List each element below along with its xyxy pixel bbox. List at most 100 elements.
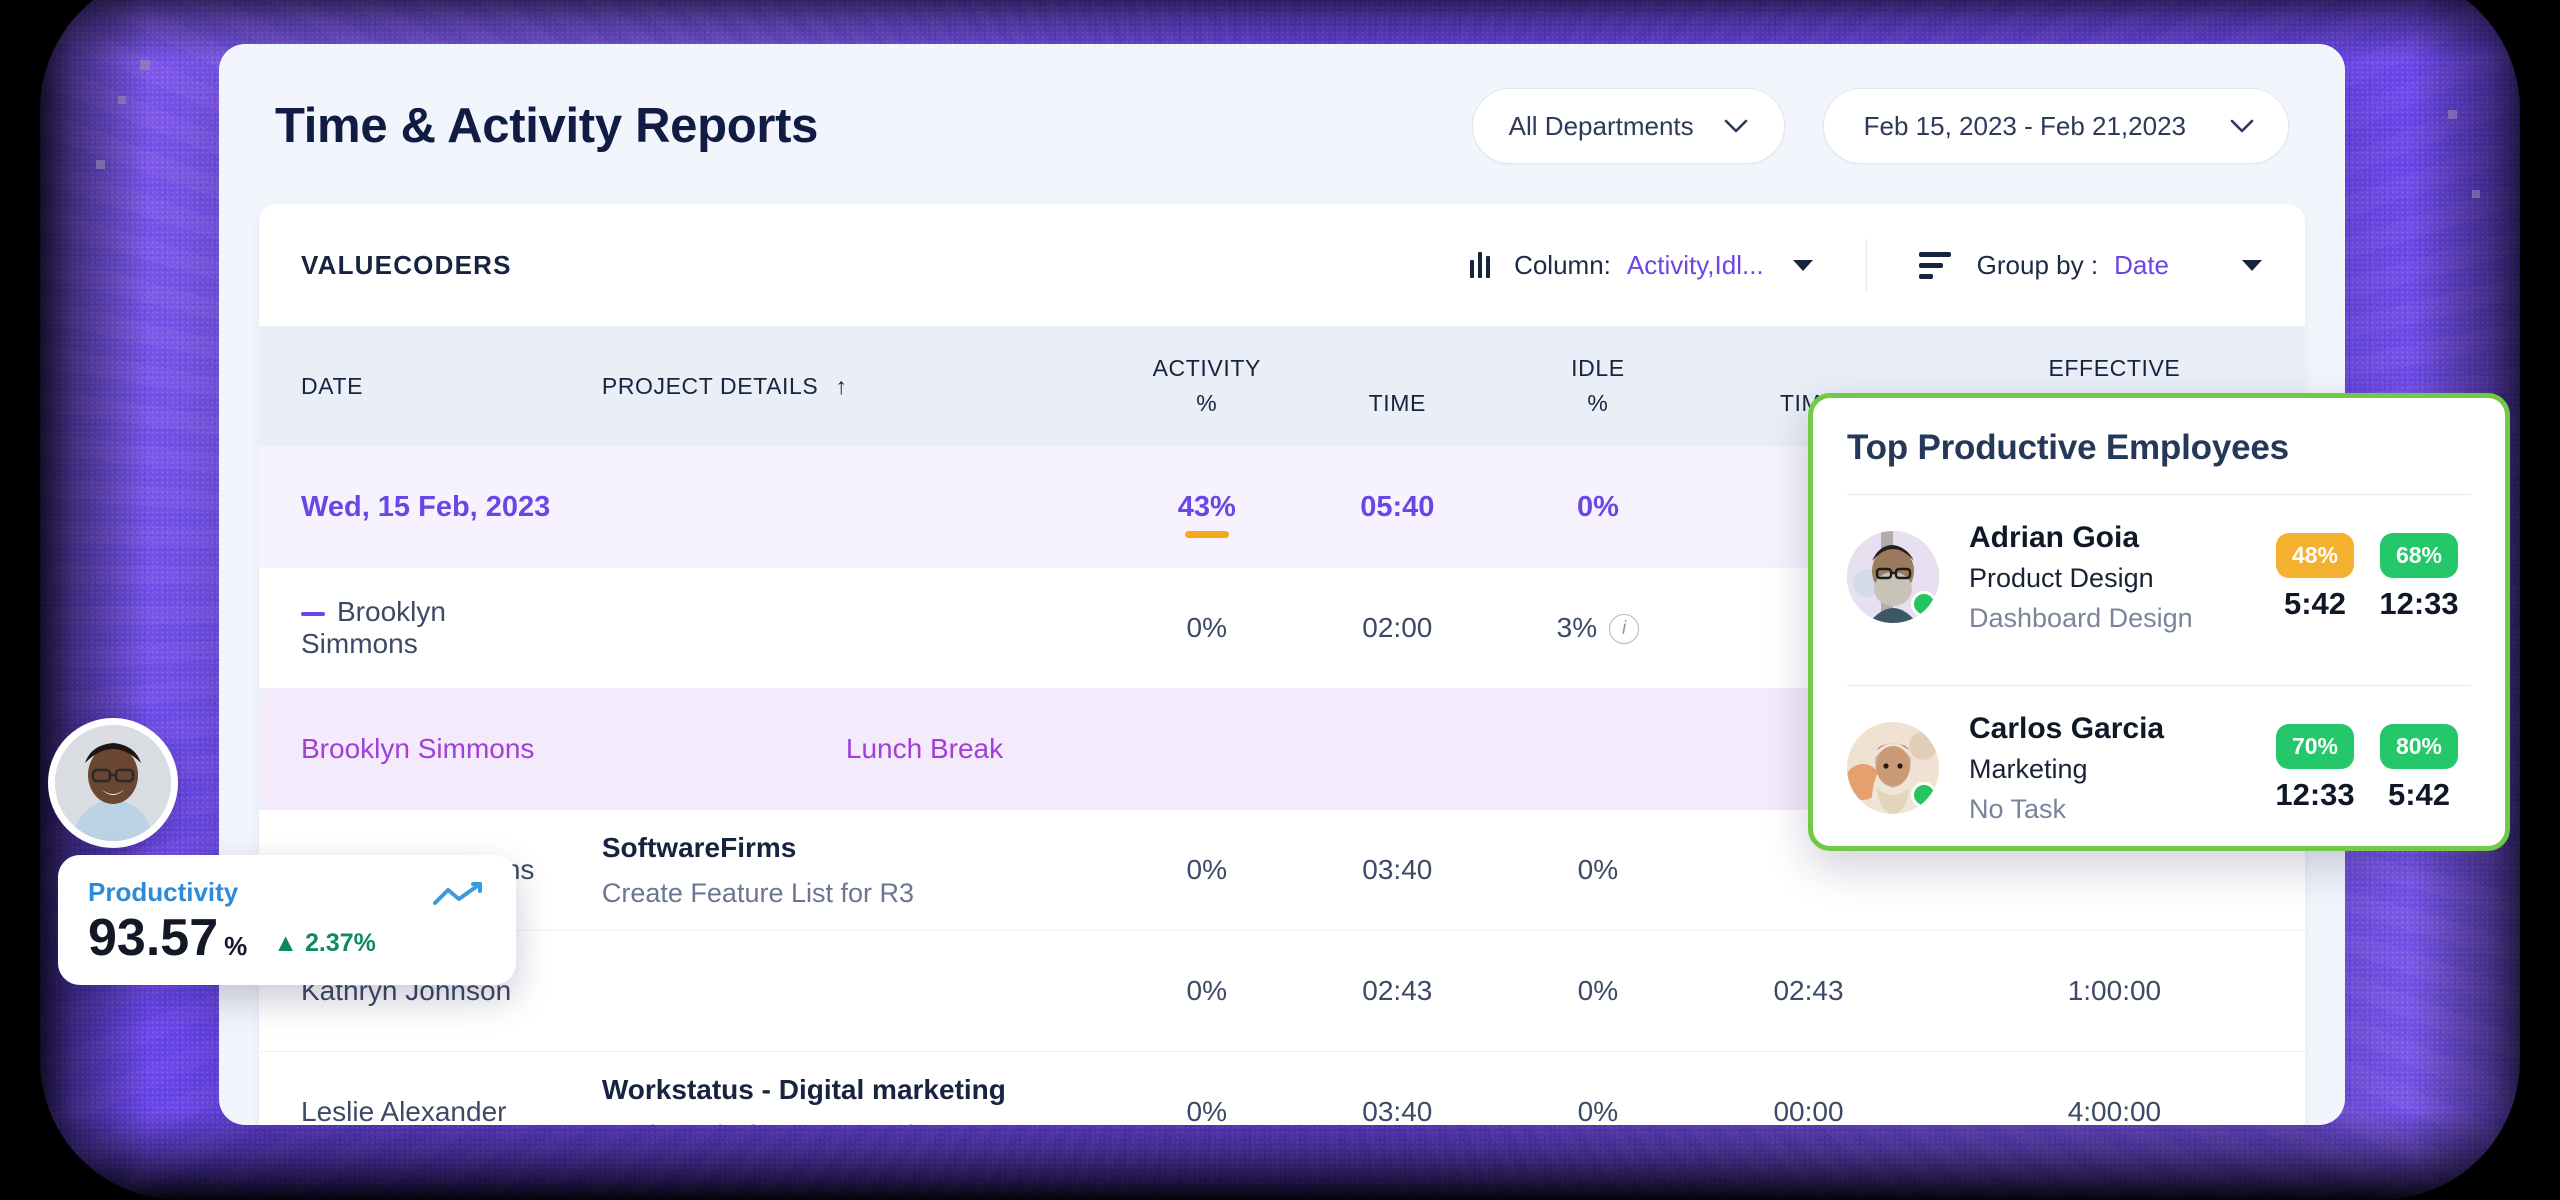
stat-time: 12:33	[2275, 776, 2355, 812]
cell-idle-pct: 0%	[1576, 490, 1619, 523]
project-task: Create Feature List for R3	[601, 877, 915, 908]
online-status-dot	[1911, 782, 1937, 809]
cell-effective-time: 4:00:00	[2067, 1096, 2162, 1125]
col-header-activity-pct-label: %	[1196, 390, 1218, 416]
cell-activity-time: 02:00	[1362, 612, 1433, 643]
table-row[interactable]: Kathryn Johnson 0% 02:43 0% 02:43 1:00:0…	[259, 930, 2305, 1052]
cell-activity-time: 02:43	[1362, 975, 1433, 1006]
caret-down-icon	[1792, 259, 1813, 271]
employee-task: Dashboard Design	[1969, 602, 2193, 633]
employee-info: Adrian Goia Product Design Dashboard Des…	[1969, 519, 2263, 635]
top-productive-employees-card: Top Productive Employees Adrian Goia Pro…	[1808, 393, 2510, 851]
col-header-date[interactable]: DATE	[259, 326, 560, 447]
column-value: Activity,Idl...	[1626, 249, 1764, 280]
info-icon[interactable]: i	[1609, 614, 1640, 645]
productivity-unit: %	[224, 931, 248, 961]
avatar	[1847, 722, 1939, 815]
list-item[interactable]: Adrian Goia Product Design Dashboard Des…	[1847, 495, 2471, 659]
cell-idle-pct: 3% i	[1503, 568, 1694, 689]
employee-department: Product Design	[1969, 563, 2154, 594]
screenshot-stage: Time & Activity Reports All Departments …	[0, 0, 2560, 1200]
cell-effective-time: 1:00:00	[2067, 975, 2162, 1006]
group-by-selector[interactable]: Group by : Date	[1918, 249, 2263, 281]
user-avatar[interactable]	[48, 718, 178, 848]
employee-stat-primary: 48% 5:42	[2263, 532, 2367, 622]
col-header-idle-pct-label: %	[1587, 390, 1609, 416]
stat-time: 5:42	[2283, 585, 2347, 621]
cell-activity-pct: 0%	[1186, 975, 1227, 1006]
col-header-project-label: PROJECT DETAILS	[601, 372, 819, 399]
cell-project: Workstatus - Digital marketing Review wi…	[560, 1052, 1122, 1125]
productivity-delta: ▲ 2.37%	[273, 929, 376, 957]
col-header-idle-pct[interactable]: IDLE%	[1503, 326, 1694, 447]
top-card-title: Top Productive Employees	[1847, 428, 2289, 467]
employee-name: Carlos Garcia	[1969, 712, 2165, 746]
department-filter-dropdown[interactable]: All Departments	[1471, 88, 1785, 164]
table-row[interactable]: Leslie Alexander Workstatus - Digital ma…	[259, 1051, 2305, 1125]
cell-project: SoftwareFirms Create Feature List for R3	[560, 810, 1122, 931]
col-header-project-details[interactable]: PROJECT DETAILS ↑	[560, 326, 1122, 447]
cell-activity-time	[1292, 689, 1503, 810]
employee-stat-secondary: 80% 5:42	[2367, 723, 2471, 813]
col-group-idle: IDLE	[1571, 354, 1625, 381]
group-by-icon	[1918, 251, 1951, 279]
stat-percent-badge: 80%	[2380, 723, 2458, 769]
edge-speck	[2448, 110, 2457, 119]
chevron-down-icon	[1724, 119, 1747, 133]
header-controls: All Departments Feb 15, 2023 - Feb 21,20…	[1471, 88, 2289, 164]
toolbar-divider	[1865, 239, 1867, 291]
collapse-toggle-icon[interactable]	[301, 611, 325, 616]
cell-date: Wed, 15 Feb, 2023	[301, 490, 551, 523]
cell-idle-pct: 0%	[1577, 975, 1619, 1006]
cell-activity-time: 03:40	[1362, 854, 1433, 885]
column-selector[interactable]: Column: Activity,Idl...	[1470, 250, 1814, 281]
cell-activity-time: 03:40	[1362, 1096, 1433, 1125]
productivity-value: 93.57	[88, 909, 219, 967]
activity-pct-value: 43%	[1177, 490, 1236, 523]
sort-ascending-icon: ↑	[835, 372, 848, 399]
col-header-activity-time[interactable]: TIME	[1292, 326, 1503, 447]
page-title: Time & Activity Reports	[275, 99, 819, 153]
organization-name: VALUECODERS	[301, 249, 512, 280]
date-range-label: Feb 15, 2023 - Feb 21,2023	[1863, 110, 2186, 141]
date-range-dropdown[interactable]: Feb 15, 2023 - Feb 21,2023	[1822, 88, 2289, 164]
col-header-activity-pct[interactable]: ACTIVITY%	[1122, 326, 1293, 447]
edge-speck	[140, 60, 150, 70]
online-status-dot	[1911, 591, 1937, 618]
stat-percent-badge: 70%	[2276, 723, 2354, 769]
avatar-photo	[55, 725, 171, 841]
stat-time: 5:42	[2387, 776, 2451, 812]
cell-project: Lunch Break	[845, 733, 1004, 764]
cell-activity-pct: 0%	[1186, 1096, 1227, 1125]
chevron-down-icon	[2230, 119, 2254, 133]
employee-department: Marketing	[1969, 754, 2088, 785]
group-by-label: Group by :	[1976, 249, 2099, 280]
cell-activity-pct: 43%	[1122, 447, 1293, 568]
stat-percent-badge: 48%	[2276, 532, 2354, 578]
panel-tool-group: Column: Activity,Idl... Group by : Date	[1470, 239, 2263, 291]
col-header-activity-time-label: TIME	[1368, 390, 1426, 416]
edge-speck	[96, 160, 105, 169]
department-filter-label: All Departments	[1508, 110, 1694, 141]
trend-line-icon	[433, 882, 482, 905]
cell-activity-time: 05:40	[1360, 490, 1435, 523]
productivity-widget: Productivity 93.57% ▲ 2.37%	[58, 855, 516, 985]
cell-date: Leslie Alexander	[301, 1096, 507, 1125]
edge-speck	[2472, 190, 2480, 198]
col-group-effective: EFFECTIVE	[2048, 354, 2181, 381]
member-name: Brooklyn Simmons	[301, 596, 446, 659]
list-item[interactable]: Carlos Garcia Marketing No Task 70% 12:3…	[1847, 686, 2471, 850]
cell-activity-pct: 0%	[1186, 854, 1227, 885]
cell-date: Brooklyn Simmons	[259, 568, 560, 689]
caret-down-icon	[2242, 259, 2262, 271]
panel-toolbar: VALUECODERS Column: Activity,Idl... Grou…	[259, 204, 2305, 326]
productivity-label: Productivity	[88, 877, 239, 907]
cell-idle-pct: 0%	[1577, 854, 1619, 885]
avatar	[1847, 531, 1939, 624]
employee-task: No Task	[1969, 793, 2067, 824]
cell-idle-pct	[1503, 689, 1694, 810]
cell-project	[560, 568, 1122, 689]
productivity-values: 93.57% ▲ 2.37%	[88, 912, 486, 964]
